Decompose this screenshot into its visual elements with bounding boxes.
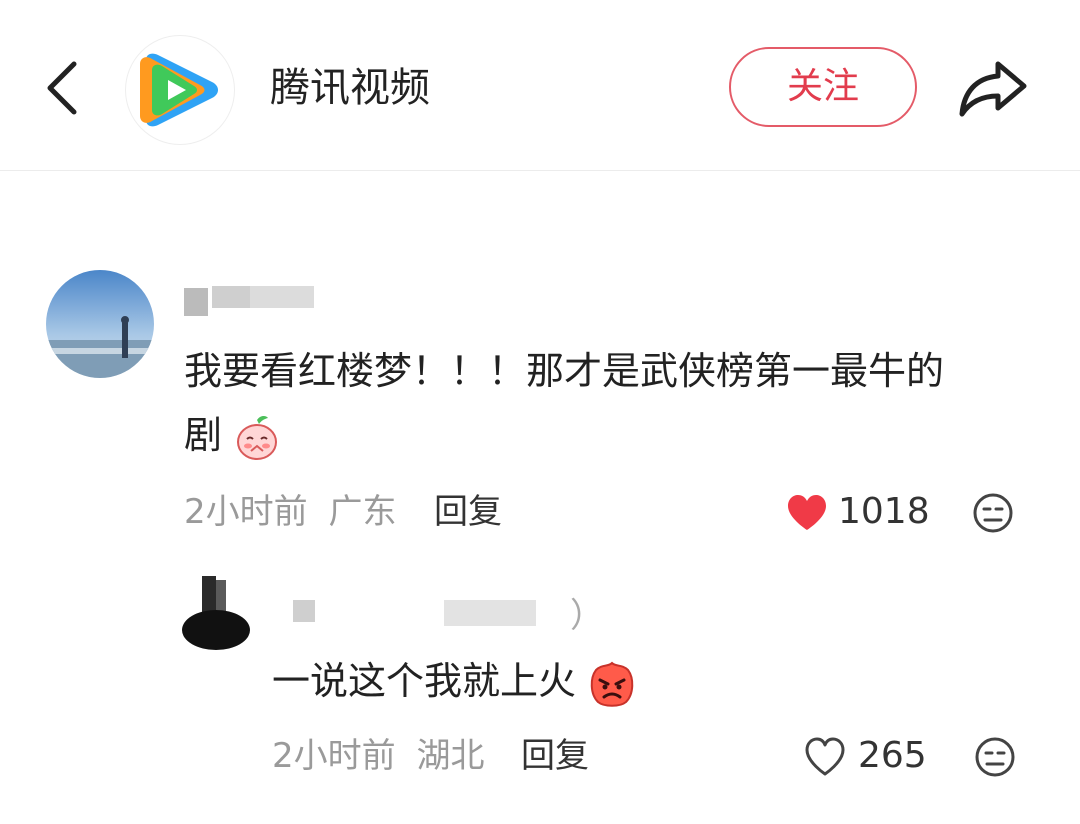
chevron-left-icon: [47, 61, 77, 115]
avatar[interactable]: [46, 270, 154, 378]
neutral-face-icon: [975, 737, 1015, 777]
comment-text: 一说这个我就上火: [272, 654, 636, 708]
peach-emoji-icon: [237, 415, 278, 460]
comment-meta: 2小时前 广东: [184, 490, 396, 534]
avatar[interactable]: [180, 576, 250, 652]
username-suffix: ）: [570, 596, 604, 636]
username-blurred: [184, 288, 208, 316]
comment-location: 广东: [328, 492, 397, 532]
like-count: 1018: [838, 491, 930, 532]
like-count: 265: [858, 735, 927, 776]
username-blurred: [293, 600, 315, 622]
comment-text-cont: 剧: [184, 408, 280, 462]
angry-face-emoji-icon: [590, 661, 634, 707]
comment-time: 2小时前: [272, 736, 396, 776]
comment-text-line: 我要看红楼梦！！！那才是武侠榜第一最牛的: [184, 349, 945, 393]
comment-text-line: 剧: [184, 413, 223, 457]
like-button[interactable]: [804, 737, 846, 781]
neutral-face-icon: [973, 493, 1013, 533]
comment-location: 湖北: [416, 736, 485, 776]
emoji-react-button[interactable]: [972, 492, 1014, 538]
tencent-video-logo-icon: [140, 53, 218, 127]
channel-avatar[interactable]: [126, 36, 234, 144]
avatar-silhouette-image: [182, 576, 250, 650]
comment-meta: 2小时前 湖北: [272, 734, 484, 778]
channel-name[interactable]: 腾讯视频: [270, 58, 430, 118]
like-button[interactable]: [786, 494, 828, 536]
username-blurred-part: [250, 286, 314, 308]
avatar-beach-image: [46, 270, 154, 378]
heart-filled-icon: [788, 495, 826, 530]
follow-button[interactable]: 关注: [729, 47, 917, 127]
username-blurred-part: [212, 286, 250, 308]
reply-button[interactable]: 回复: [521, 734, 589, 778]
comment-time: 2小时前: [184, 492, 308, 532]
comment-text: 我要看红楼梦！！！那才是武侠榜第一最牛的: [184, 344, 944, 398]
reply-button[interactable]: 回复: [434, 490, 502, 534]
share-arrow-icon: [959, 61, 1027, 117]
share-button[interactable]: [958, 56, 1030, 120]
username-blurred-part: [444, 600, 536, 626]
top-bar: 腾讯视频 关注: [0, 0, 1080, 171]
back-button[interactable]: [40, 58, 90, 118]
heart-outline-icon: [805, 737, 845, 776]
comment-text-line: 一说这个我就上火: [272, 659, 577, 703]
emoji-react-button[interactable]: [974, 736, 1016, 782]
